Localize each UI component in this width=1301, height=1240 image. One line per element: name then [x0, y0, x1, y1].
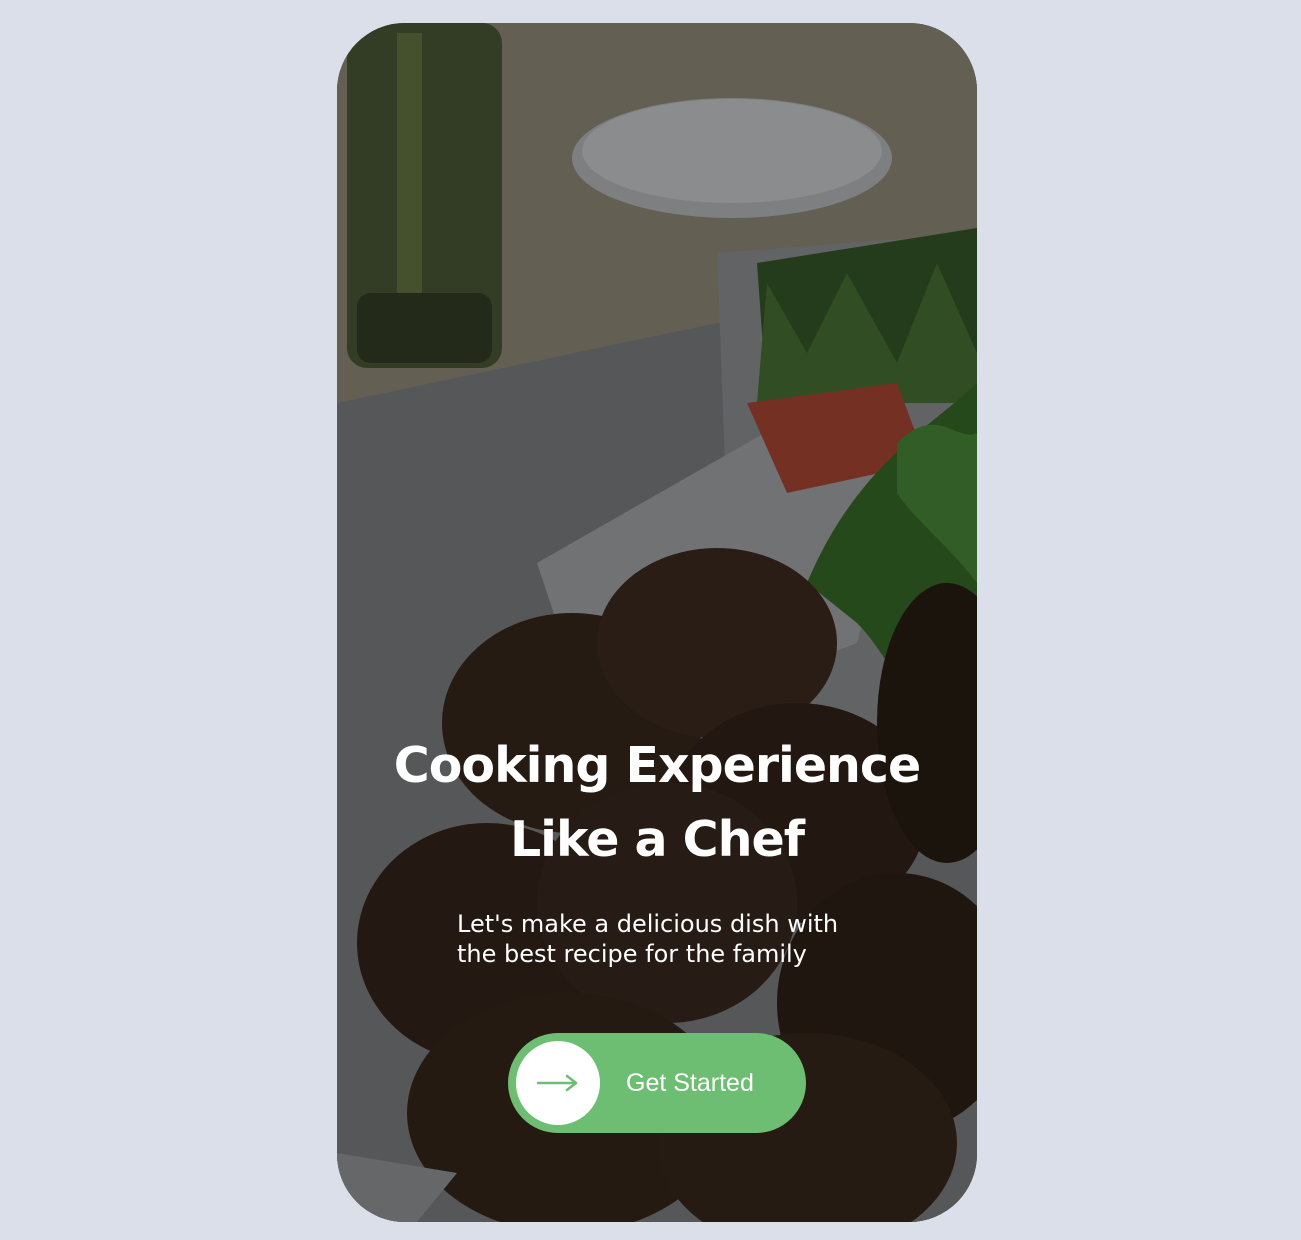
page-title: Cooking Experience Like a Chef [337, 729, 977, 877]
headline-line-2: Like a Chef [509, 811, 805, 868]
get-started-label: Get Started [626, 1069, 754, 1097]
get-started-button[interactable]: Get Started [508, 1033, 806, 1133]
subtitle: Let's make a delicious dish with the bes… [457, 909, 887, 969]
arrow-right-icon [516, 1041, 600, 1125]
subtitle-line-2: the best recipe for the family [457, 940, 807, 968]
onboarding-screen: Cooking Experience Like a Chef Let's mak… [337, 23, 977, 1222]
subtitle-line-1: Let's make a delicious dish with [457, 910, 839, 938]
headline-line-1: Cooking Experience [393, 737, 921, 794]
